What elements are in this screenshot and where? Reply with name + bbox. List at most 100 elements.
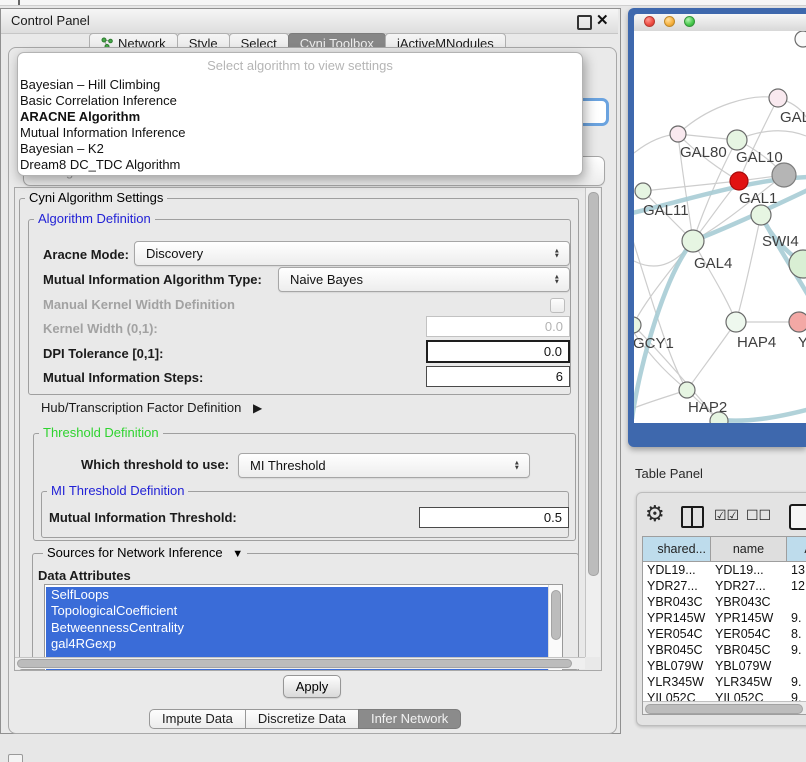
table-hscrollbar[interactable] [643, 701, 806, 715]
node-label: GAL1 [739, 190, 777, 207]
dropdown-item[interactable]: Basic Correlation Inference [18, 93, 582, 109]
select-all-columns-icon[interactable]: ☑☑ [714, 508, 739, 524]
dropdown-item[interactable]: Bayesian – K2 [18, 141, 582, 157]
close-panel-icon[interactable]: ✕ [596, 11, 609, 29]
apply-button[interactable]: Apply [283, 675, 341, 698]
node-gcy1 [634, 317, 641, 333]
window-close-icon[interactable] [644, 16, 655, 27]
node [795, 31, 806, 47]
top-toolbar-edge [0, 0, 806, 6]
table-hscrollbar-thumb[interactable] [645, 704, 803, 714]
node-label: HAP4 [737, 334, 776, 351]
table-header-row: shared... name A [643, 537, 806, 562]
node-salmon [789, 312, 806, 332]
hub-definition-expander[interactable]: Hub/Transcription Factor Definition ▶ [41, 400, 262, 415]
dropdown-item[interactable]: Mutual Information Inference [18, 125, 582, 141]
network-window-titlebar[interactable] [634, 14, 806, 32]
tab-impute-data[interactable]: Impute Data [149, 709, 246, 729]
window-zoom-icon[interactable] [684, 16, 695, 27]
dropdown-item[interactable]: Bayesian – Hill Climbing [18, 77, 582, 93]
settings-scrollpane: Cyni Algorithm Settings Algorithm Defini… [14, 187, 602, 671]
node-swi4 [751, 205, 771, 225]
mi-threshold-label: Mutual Information Threshold: [49, 510, 237, 525]
data-attributes-label: Data Attributes [38, 568, 131, 583]
control-panel-titlebar[interactable] [1, 9, 618, 34]
mi-type-label: Mutual Information Algorithm Type: [43, 272, 262, 287]
node-label: GAL [780, 109, 806, 126]
node-table: shared... name A YDL19...YDL19...13 YDR2… [642, 536, 806, 715]
table-row[interactable]: YER054CYER054C8. [643, 626, 806, 642]
mi-type-combobox[interactable]: Naive Bayes ▲▼ [278, 267, 570, 292]
table-settings-gear-icon[interactable]: ⚙ [645, 502, 665, 527]
node-label: SWI4 [762, 233, 799, 250]
split-columns-icon[interactable] [681, 506, 704, 528]
column-header-shared-name[interactable]: shared... [643, 537, 711, 562]
list-item[interactable]: TopologicalCoefficient [46, 603, 548, 619]
application: Control Panel ✕ Network Style Select Cyn… [0, 0, 806, 762]
new-table-icon[interactable] [789, 504, 806, 530]
control-panel-title: Control Panel [11, 9, 90, 33]
list-item[interactable]: gal4RGexp [46, 636, 548, 652]
column-header-name[interactable]: name [711, 537, 787, 562]
float-window-icon[interactable] [577, 15, 592, 30]
cyni-algorithm-settings-title: Cyni Algorithm Settings [25, 191, 167, 205]
column-header-next[interactable]: A [787, 537, 806, 562]
mi-steps-label: Mutual Information Steps: [43, 370, 203, 385]
bottom-tabs: Impute Data Discretize Data Infer Networ… [149, 709, 460, 729]
table-panel-title: Table Panel [635, 466, 703, 481]
node-label: GAL10 [736, 149, 783, 166]
settings-hscrollbar-thumb[interactable] [17, 659, 572, 668]
list-item[interactable]: SelfLoops [46, 587, 548, 603]
dpi-tolerance-label: DPI Tolerance [0,1]: [43, 346, 163, 361]
node-gal4 [682, 230, 704, 252]
node-gal1 [730, 172, 748, 190]
network-canvas[interactable]: GAL GAL80 GAL10 GAL1 GAL11 SWI4 GAL4 GCY… [634, 31, 806, 423]
mi-threshold-input[interactable]: 0.5 [419, 507, 569, 528]
node-gray [772, 163, 796, 187]
dropdown-prompt: Select algorithm to view settings [18, 58, 582, 74]
node-label: GAL80 [680, 144, 727, 161]
dropdown-item-selected[interactable]: ARACNE Algorithm [18, 109, 582, 125]
settings-vscrollbar-thumb[interactable] [588, 192, 599, 576]
minimized-panel-icon[interactable] [8, 754, 23, 762]
window-minimize-icon[interactable] [664, 16, 675, 27]
table-row[interactable]: YPR145WYPR145W9. [643, 610, 806, 626]
aracne-mode-label: Aracne Mode: [43, 247, 129, 262]
node-hap2 [679, 382, 695, 398]
sources-title[interactable]: Sources for Network Inference ▼ [43, 546, 247, 561]
kernel-width-input[interactable]: 0.0 [426, 316, 570, 337]
node-gal2 [769, 89, 787, 107]
tab-infer-network[interactable]: Infer Network [358, 709, 461, 729]
settings-vscrollbar[interactable] [585, 188, 600, 657]
control-panel-window: Control Panel ✕ Network Style Select Cyn… [0, 8, 621, 734]
table-row[interactable]: YDL19...YDL19...13 [643, 562, 806, 578]
combo-arrows-icon: ▲▼ [554, 274, 560, 285]
node-gal80 [670, 126, 686, 142]
table-row[interactable]: YLR345WYLR345W9. [643, 674, 806, 690]
table-row[interactable]: YDR27...YDR27...12 [643, 578, 806, 594]
node-label: GAL11 [643, 202, 689, 219]
tab-discretize-data[interactable]: Discretize Data [245, 709, 359, 729]
list-scrollbar-thumb[interactable] [551, 590, 561, 640]
dpi-tolerance-input[interactable]: 0.0 [426, 340, 570, 363]
table-row[interactable]: YBR045CYBR045C9. [643, 642, 806, 658]
aracne-mode-combobox[interactable]: Discovery ▲▼ [134, 241, 570, 266]
combo-arrows-icon: ▲▼ [554, 248, 560, 259]
manual-kernel-checkbox[interactable] [550, 298, 565, 313]
dropdown-item[interactable]: Dream8 DC_TDC Algorithm [18, 157, 582, 173]
mi-steps-input[interactable]: 6 [426, 366, 570, 387]
which-threshold-label: Which threshold to use: [81, 457, 229, 472]
table-body: YDL19...YDL19...13 YDR27...YDR27...12 YB… [643, 562, 806, 706]
table-row[interactable]: YBL079WYBL079W [643, 658, 806, 674]
node [635, 183, 651, 199]
which-threshold-combobox[interactable]: MI Threshold ▲▼ [238, 453, 530, 478]
list-item[interactable]: BetweennessCentrality [46, 620, 548, 636]
node-label: Y [798, 334, 806, 351]
node-label: HAP2 [688, 399, 727, 416]
node-label: GAL4 [694, 255, 732, 272]
algorithm-definition-title: Algorithm Definition [34, 212, 155, 226]
table-row[interactable]: YBR043CYBR043C [643, 594, 806, 610]
settings-hscrollbar[interactable] [15, 657, 585, 669]
unselect-all-columns-icon[interactable]: ☐☐ [746, 508, 771, 524]
top-toolbar-tick [18, 0, 20, 5]
